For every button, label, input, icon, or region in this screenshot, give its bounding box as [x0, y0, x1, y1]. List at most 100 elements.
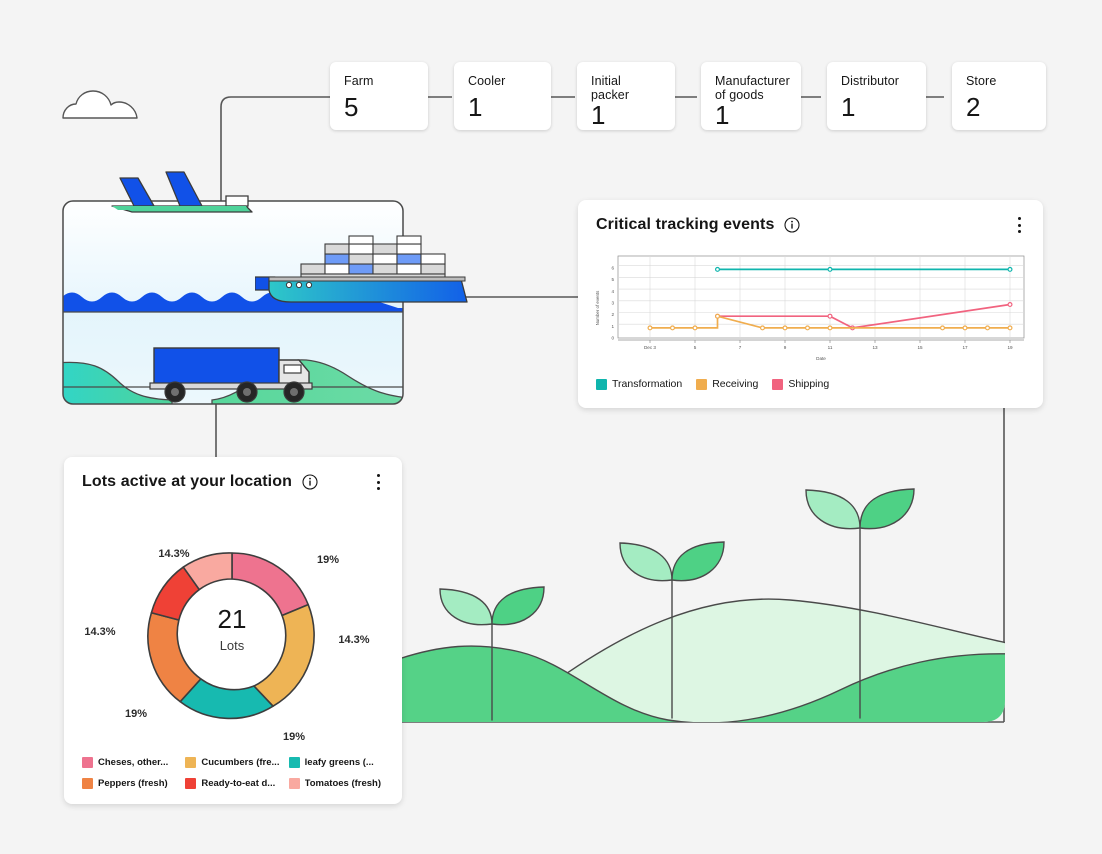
tile-spacer — [428, 62, 454, 130]
card-title: Critical tracking events — [596, 216, 775, 233]
grid — [617, 255, 1025, 339]
legend-swatch — [772, 378, 784, 390]
legend-label: Transformation — [612, 378, 683, 390]
tile-spacer — [801, 62, 827, 130]
legend-swatch — [82, 757, 93, 768]
stat-tile-distributor[interactable]: Distributor 1 — [827, 62, 926, 130]
legend-item-receiving[interactable]: Receiving — [696, 378, 758, 390]
y-axis-title: Number of events — [595, 290, 600, 325]
stat-tile-label: Distributor — [841, 74, 900, 88]
info-icon[interactable] — [302, 474, 318, 490]
svg-text:2: 2 — [611, 312, 614, 317]
svg-text:5: 5 — [611, 277, 614, 282]
donut-label-cheses: 19% — [317, 554, 339, 566]
legend-item-peppers[interactable]: Peppers (fresh) — [82, 778, 181, 789]
donut-center-value: 21 — [218, 604, 247, 634]
supply-chain-stat-tiles: Farm 5 Cooler 1 Initial packer 1 Manufac… — [330, 62, 1046, 130]
legend-label: Tomatoes (fresh) — [304, 778, 382, 789]
legend-label: leafy greens (... — [304, 757, 374, 768]
card-title: Lots active at your location — [82, 473, 292, 490]
legend-item-shipping[interactable]: Shipping — [772, 378, 829, 390]
svg-text:3: 3 — [611, 301, 614, 306]
stat-tile-value: 2 — [966, 92, 981, 122]
svg-text:6: 6 — [611, 265, 614, 270]
overflow-menu-icon[interactable] — [1011, 216, 1027, 234]
legend-label: Receiving — [712, 378, 759, 390]
stat-tile-label: Cooler — [468, 74, 506, 88]
donut-label-cucumbers: 14.3% — [338, 634, 369, 646]
stat-tile-label: Manufacturer of goods — [715, 74, 790, 102]
legend-label: Shipping — [788, 378, 830, 390]
svg-text:4: 4 — [611, 289, 614, 294]
x-axis: Dec 3 5 7 9 11 13 15 17 19 Date — [618, 339, 1024, 361]
donut-label-ready-to-eat: 14.3% — [84, 626, 115, 638]
donut-chart-legend: Cheses, other... Cucumbers (fre... leafy… — [82, 757, 388, 789]
legend-swatch — [82, 778, 93, 789]
donut-label-tomatoes: 14.3% — [158, 548, 189, 560]
tile-spacer — [675, 62, 701, 130]
svg-text:0: 0 — [611, 336, 614, 341]
legend-item-cucumbers[interactable]: Cucumbers (fre... — [185, 757, 284, 768]
svg-text:5: 5 — [694, 345, 697, 350]
svg-text:19: 19 — [1007, 345, 1013, 350]
svg-text:9: 9 — [784, 345, 787, 350]
legend-swatch — [596, 378, 607, 390]
legend-item-transformation[interactable]: Transformation — [596, 378, 682, 390]
critical-tracking-events-card: Critical tracking events Number of event… — [578, 200, 1043, 408]
line-chart-plot: Number of events 0 1 2 3 4 5 6 Dec 3 5 7… — [595, 255, 1025, 361]
legend-label: Cheses, other... — [98, 757, 169, 768]
lots-active-card: Lots active at your location 21 Lots 19%… — [64, 457, 402, 804]
stat-tile-store[interactable]: Store 2 — [952, 62, 1046, 130]
stat-tile-cooler[interactable]: Cooler 1 — [454, 62, 551, 130]
legend-item-cheses[interactable]: Cheses, other... — [82, 757, 181, 768]
card-header: Critical tracking events — [578, 200, 1043, 234]
legend-label: Ready-to-eat d... — [201, 778, 276, 789]
stat-tile-value: 1 — [591, 100, 606, 130]
tile-spacer — [926, 62, 952, 130]
stat-tile-value: 1 — [468, 92, 483, 122]
info-icon[interactable] — [784, 217, 801, 233]
x-tick-labels: Dec 3 5 7 9 11 13 15 17 19 — [644, 345, 1013, 350]
stat-tile-value: 5 — [344, 92, 359, 122]
legend-swatch — [288, 778, 300, 789]
cargo-ship-icon — [255, 235, 468, 303]
donut-label-peppers: 19% — [125, 708, 147, 720]
legend-swatch — [696, 378, 708, 390]
stat-tile-label: Initial packer — [591, 74, 630, 102]
stat-tile-value: 1 — [715, 100, 730, 130]
svg-text:17: 17 — [962, 345, 968, 350]
donut-slice-cucumbers — [253, 603, 315, 707]
donut-center-label: Lots — [220, 638, 245, 653]
y-tick-labels: 0 1 2 3 4 5 6 — [611, 265, 614, 340]
legend-label: Peppers (fresh) — [98, 778, 168, 789]
stat-tile-label: Store — [966, 74, 997, 88]
airplane-icon — [111, 171, 253, 213]
legend-label: Cucumbers (fre... — [201, 757, 280, 768]
donut-chart: 21 Lots 19% 14.3% 19% 19% 14.3% 14.3% — [84, 548, 369, 743]
legend-swatch — [185, 778, 197, 789]
legend-item-ready-to-eat[interactable]: Ready-to-eat d... — [185, 778, 284, 789]
legend-swatch — [288, 757, 300, 768]
svg-text:Dec 3: Dec 3 — [644, 345, 656, 350]
x-axis-title: Date — [816, 356, 826, 361]
stat-tile-farm[interactable]: Farm 5 — [330, 62, 428, 130]
sprouts-field-icon — [400, 488, 1005, 722]
legend-item-leafy-greens[interactable]: leafy greens (... — [288, 757, 388, 768]
dashboard-canvas: Farm 5 Cooler 1 Initial packer 1 Manufac… — [0, 0, 1102, 854]
line-chart-legend: Transformation Receiving Shipping — [596, 378, 829, 390]
stat-tile-value: 1 — [841, 92, 856, 122]
svg-text:7: 7 — [739, 345, 742, 350]
tile-spacer — [551, 62, 577, 130]
svg-text:1: 1 — [611, 324, 614, 329]
stat-tile-label: Farm — [344, 74, 374, 88]
svg-text:13: 13 — [872, 345, 878, 350]
card-header: Lots active at your location — [64, 457, 402, 491]
stat-tile-manufacturer-of-goods[interactable]: Manufacturer of goods 1 — [701, 62, 801, 130]
svg-text:11: 11 — [828, 345, 833, 350]
stat-tile-initial-packer[interactable]: Initial packer 1 — [577, 62, 675, 130]
overflow-menu-icon[interactable] — [370, 473, 386, 491]
legend-swatch — [185, 757, 197, 768]
legend-item-tomatoes[interactable]: Tomatoes (fresh) — [288, 778, 388, 789]
donut-slice-peppers — [147, 611, 202, 703]
cloud-icon — [62, 90, 138, 119]
